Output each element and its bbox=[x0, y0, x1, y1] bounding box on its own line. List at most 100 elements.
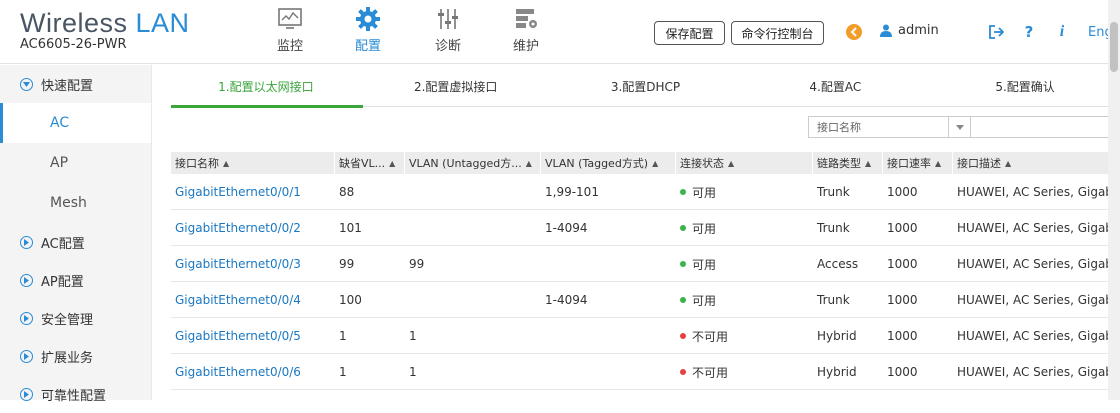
cell-status: 可用 bbox=[676, 282, 813, 318]
nav-maintain[interactable]: 维护 bbox=[496, 6, 556, 54]
cell-type: Hybrid bbox=[817, 329, 857, 343]
sort-icon: ▲ bbox=[728, 158, 735, 168]
cell-name[interactable]: GigabitEthernet0/0/4 bbox=[171, 282, 335, 318]
status-text: 不可用 bbox=[692, 365, 729, 380]
info-icon[interactable]: i bbox=[1052, 22, 1072, 42]
sidebar-group-quick-config[interactable]: 快速配置 bbox=[0, 65, 151, 103]
table-row[interactable]: GigabitEthernet0/0/2 101 1-4094 可用 Trunk 1000… bbox=[171, 210, 1120, 246]
col-pvid[interactable]: 缺省VL... ▲ bbox=[335, 152, 405, 174]
table-row[interactable]: GigabitEthernet0/0/5 1 1 不可用 Hybrid 1000 HUAWE… bbox=[171, 318, 1120, 354]
save-config-button[interactable]: 保存配置 bbox=[654, 21, 725, 45]
brand-title-accent: LAN bbox=[135, 8, 190, 38]
chevron-right-icon bbox=[20, 349, 33, 363]
cell-pvid: 88 bbox=[339, 185, 355, 199]
table-row[interactable]: GigabitEthernet0/0/1 88 1,99-101 可用 Trunk 100… bbox=[171, 174, 1120, 210]
cell-tagged bbox=[541, 318, 676, 354]
cell-status: 不可用 bbox=[676, 354, 813, 390]
search-filter: 接口名称 bbox=[808, 116, 1117, 138]
chevron-down-icon bbox=[20, 77, 33, 91]
cell-tagged: 1-4094 bbox=[545, 293, 588, 307]
chevron-right-icon bbox=[20, 311, 33, 325]
chevron-down-icon[interactable] bbox=[949, 117, 971, 137]
status-text: 可用 bbox=[692, 257, 717, 272]
cell-type: Access bbox=[817, 257, 859, 271]
cell-name[interactable]: GigabitEthernet0/0/2 bbox=[171, 210, 335, 246]
search-input[interactable] bbox=[971, 117, 1116, 137]
nav-monitor[interactable]: 监控 bbox=[260, 6, 320, 54]
cli-console-button[interactable]: 命令行控制台 bbox=[731, 21, 824, 45]
step-dhcp[interactable]: 3.配置DHCP bbox=[551, 65, 741, 107]
filter-field-select[interactable]: 接口名称 bbox=[809, 117, 949, 137]
help-icon[interactable]: ? bbox=[1019, 22, 1039, 42]
col-tagged[interactable]: VLAN (Tagged方式) ▲ bbox=[541, 152, 676, 174]
brand-title: Wireless LAN bbox=[20, 8, 190, 39]
brand: Wireless LAN AC6605-26-PWR bbox=[20, 8, 190, 52]
cell-untagged bbox=[405, 210, 541, 246]
cell-untagged: 99 bbox=[409, 257, 425, 271]
cell-name[interactable]: GigabitEthernet0/0/3 bbox=[171, 246, 335, 282]
cell-type: Trunk bbox=[817, 221, 850, 235]
cell-desc: HUAWEI, AC Series, GigabitEthernet bbox=[957, 293, 1120, 307]
table-row[interactable]: GigabitEthernet0/0/4 100 1-4094 可用 Trunk 1000… bbox=[171, 282, 1120, 318]
col-speed[interactable]: 接口速率 ▲ bbox=[883, 152, 953, 174]
nav-config[interactable]: 配置 bbox=[338, 6, 398, 54]
scrollbar-thumb[interactable] bbox=[1110, 22, 1118, 72]
sidebar-group-reliability[interactable]: 可靠性配置 bbox=[0, 375, 151, 413]
cell-status: 可用 bbox=[676, 174, 813, 210]
cell-status: 可用 bbox=[676, 210, 813, 246]
cell-name[interactable]: GigabitEthernet0/0/6 bbox=[171, 354, 335, 390]
cell-pvid: 101 bbox=[339, 221, 362, 235]
sidebar-group-label: AC配置 bbox=[41, 236, 85, 252]
col-type[interactable]: 链路类型 ▲ bbox=[813, 152, 883, 174]
cell-name[interactable]: GigabitEthernet0/0/1 bbox=[171, 174, 335, 210]
sidebar-group-security[interactable]: 安全管理 bbox=[0, 299, 151, 337]
cell-desc: HUAWEI, AC Series, GigabitEthernet bbox=[957, 365, 1120, 379]
table-header: 接口名称 ▲ 缺省VL... ▲ VLAN (Untagged方... ▲ VLAN … bbox=[171, 152, 1120, 174]
table-row[interactable]: GigabitEthernet0/0/6 1 1 不可用 Hybrid 1000 HUAWE… bbox=[171, 354, 1120, 390]
sidebar-item-ac[interactable]: AC bbox=[0, 103, 151, 143]
nav-config-label: 配置 bbox=[354, 39, 381, 54]
back-icon[interactable] bbox=[844, 22, 864, 42]
brand-title-main: Wireless bbox=[20, 8, 128, 38]
sidebar-group-label: 安全管理 bbox=[41, 312, 94, 328]
status-dot-icon bbox=[680, 333, 686, 339]
diagnose-icon bbox=[435, 6, 461, 32]
nav-diagnose[interactable]: 诊断 bbox=[418, 6, 478, 54]
cell-speed: 1000 bbox=[887, 293, 918, 307]
col-name[interactable]: 接口名称 ▲ bbox=[171, 152, 335, 174]
sort-icon: ▲ bbox=[1005, 158, 1012, 168]
table-body: GigabitEthernet0/0/1 88 1,99-101 可用 Trunk 100… bbox=[171, 174, 1120, 390]
cell-status: 可用 bbox=[676, 246, 813, 282]
step-ac[interactable]: 4.配置AC bbox=[740, 65, 930, 107]
cell-speed: 1000 bbox=[887, 257, 918, 271]
user-menu[interactable]: admin bbox=[880, 23, 939, 38]
sidebar-group-ac-config[interactable]: AC配置 bbox=[0, 223, 151, 261]
col-status[interactable]: 连接状态 ▲ bbox=[676, 152, 813, 174]
sidebar-group-extended[interactable]: 扩展业务 bbox=[0, 337, 151, 375]
status-text: 可用 bbox=[692, 221, 717, 236]
status-dot-icon bbox=[680, 297, 686, 303]
table-row[interactable]: GigabitEthernet0/0/3 99 99 可用 Access 1000 HUAW… bbox=[171, 246, 1120, 282]
cell-desc: HUAWEI, AC Series, GigabitEthernet bbox=[957, 329, 1120, 343]
col-untagged[interactable]: VLAN (Untagged方... ▲ bbox=[405, 152, 541, 174]
sidebar: 快速配置 AC AP Mesh AC配置 AP配置 安全管理 扩展业务 可靠性配… bbox=[0, 65, 152, 404]
step-confirm[interactable]: 5.配置确认 bbox=[930, 65, 1120, 107]
status-dot-icon bbox=[680, 189, 686, 195]
step-ethernet[interactable]: 1.配置以太网接口 bbox=[171, 65, 363, 108]
cell-name[interactable]: GigabitEthernet0/0/5 bbox=[171, 318, 335, 354]
step-virtual-interface[interactable]: 2.配置虚拟接口 bbox=[361, 65, 551, 107]
cell-desc: HUAWEI, AC Series, GigabitEthernet bbox=[957, 221, 1120, 235]
cell-tagged bbox=[541, 354, 676, 390]
sort-icon: ▲ bbox=[389, 158, 396, 168]
sort-icon: ▲ bbox=[935, 158, 942, 168]
col-desc[interactable]: 接口描述 ▲ bbox=[953, 152, 1120, 174]
sidebar-item-mesh[interactable]: Mesh bbox=[0, 183, 151, 223]
interface-table: 接口名称 ▲ 缺省VL... ▲ VLAN (Untagged方... ▲ VLAN … bbox=[171, 152, 1120, 390]
logout-icon[interactable] bbox=[986, 22, 1006, 42]
sidebar-group-ap-config[interactable]: AP配置 bbox=[0, 261, 151, 299]
sort-icon: ▲ bbox=[865, 158, 872, 168]
cell-untagged bbox=[405, 174, 541, 210]
sidebar-item-ap[interactable]: AP bbox=[0, 143, 151, 183]
scrollbar[interactable] bbox=[1108, 0, 1120, 400]
status-dot-icon bbox=[680, 261, 686, 267]
